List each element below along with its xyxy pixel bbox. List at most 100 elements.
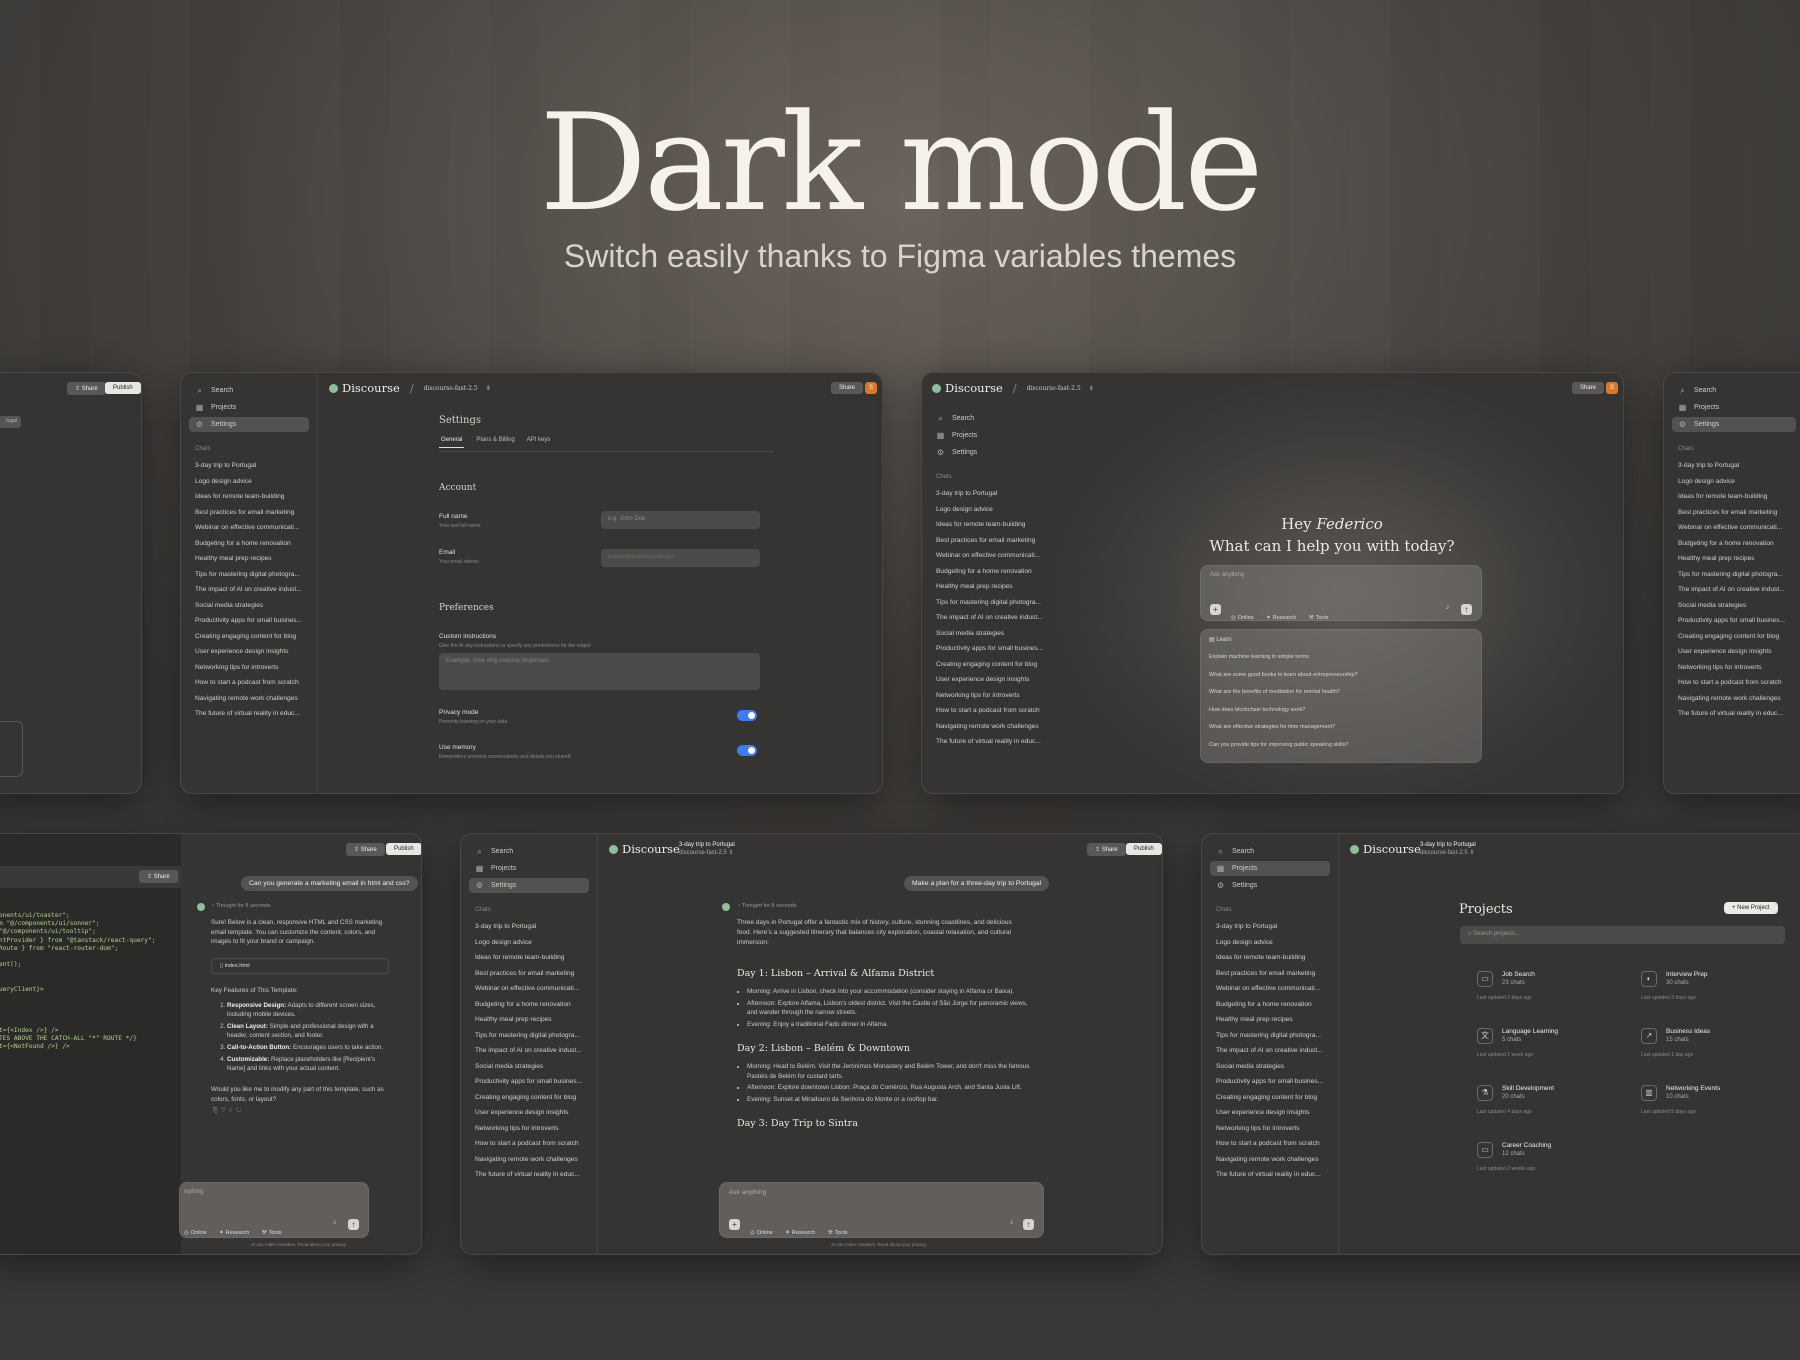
chat-item[interactable]: Logo design advice [1210, 935, 1330, 951]
sidebar-item-search[interactable]: ⌕ Search [1672, 383, 1796, 398]
prompt-box[interactable]: nything ◎ Online ✦ Research ⚒ Tools ♪ ↑ [179, 1182, 369, 1238]
chat-item[interactable]: Tips for mastering digital photogra... [469, 1028, 589, 1044]
sidebar-item-projects[interactable]: ▦ Projects [930, 428, 1051, 443]
chat-item[interactable]: Best practices for email marketing [930, 533, 1051, 549]
chat-item[interactable]: Healthy meal prep recipes [930, 579, 1051, 595]
chat-item[interactable]: Networking tips for introverts [1672, 660, 1796, 676]
chat-item[interactable]: Tips for mastering digital photogra... [1672, 567, 1796, 583]
chat-item[interactable]: The impact of AI on creative indust... [189, 582, 309, 598]
chat-item[interactable]: Networking tips for introverts [469, 1121, 589, 1137]
add-button[interactable]: + [1210, 604, 1221, 615]
sidebar-item-settings[interactable]: ⚙ Settings [1210, 878, 1330, 893]
chat-item[interactable]: The future of virtual reality in educ... [1672, 706, 1796, 722]
chat-item[interactable]: User experience design insights [189, 644, 309, 660]
chat-item[interactable]: Best practices for email marketing [189, 505, 309, 521]
sidebar-item-search[interactable]: ⌕ Search [930, 411, 1051, 426]
chat-item[interactable]: Webinar on effective communicati... [1672, 520, 1796, 536]
share-button[interactable]: ⇪ Share [139, 870, 178, 883]
chat-item[interactable]: The future of virtual reality in educ... [189, 706, 309, 722]
chat-item[interactable]: Creating engaging content for blog [930, 657, 1051, 673]
chat-item[interactable]: Productivity apps for small busines... [1672, 613, 1796, 629]
suggestion-item[interactable]: What are some good books to learn about … [1201, 667, 1481, 685]
sidebar-item-settings[interactable]: ⚙ Settings [1672, 417, 1796, 432]
chat-item[interactable]: Tips for mastering digital photogra... [930, 595, 1051, 611]
publish-button[interactable]: Publish [105, 382, 141, 394]
chat-item[interactable]: Best practices for email marketing [1210, 966, 1330, 982]
chat-item[interactable]: Productivity apps for small busines... [469, 1074, 589, 1090]
chat-item[interactable]: Webinar on effective communicati... [1210, 981, 1330, 997]
thought-label[interactable]: ◔ Thought for 8 seconds [737, 903, 797, 909]
chat-item[interactable]: Social media strategies [1210, 1059, 1330, 1075]
chat-item[interactable]: Networking tips for introverts [930, 688, 1051, 704]
suggestion-item[interactable]: What are effective strategies for time m… [1201, 719, 1481, 737]
chat-item[interactable]: Budgeting for a home renovation [189, 536, 309, 552]
prompt-box[interactable]: Ask anything + ◎ Online ✦ Research ⚒ Too… [1200, 565, 1482, 621]
mic-icon[interactable]: ♪ [1446, 604, 1450, 611]
chat-item[interactable]: Navigating remote work challenges [469, 1152, 589, 1168]
chat-item[interactable]: Productivity apps for small busines... [189, 613, 309, 629]
dislike-icon[interactable]: ♢ [228, 1108, 236, 1114]
chat-item[interactable]: Best practices for email marketing [469, 966, 589, 982]
copy-icon[interactable]: ⎘ [213, 1108, 221, 1114]
chat-item[interactable]: Navigating remote work challenges [1672, 691, 1796, 707]
research-button[interactable]: ✦ Research [219, 1230, 249, 1236]
sidebar-item-search[interactable]: ⌕ Search [1210, 844, 1330, 859]
prompt-box[interactable]: Ask anything + ◎ Online ✦ Research ⚒ Too… [719, 1182, 1044, 1238]
chat-item[interactable]: Budgeting for a home renovation [930, 564, 1051, 580]
online-button[interactable]: ◎ Online [750, 1230, 773, 1236]
chat-item[interactable]: Webinar on effective communicati... [930, 548, 1051, 564]
share-button[interactable]: ⇪ Share [1087, 843, 1126, 856]
model-selector[interactable]: discourse-fast-2.5 [424, 385, 478, 392]
chat-item[interactable]: Healthy meal prep recipes [1672, 551, 1796, 567]
project-name[interactable]: Networking Events [1666, 1085, 1720, 1092]
chat-item[interactable]: 3-day trip to Portugal [930, 486, 1051, 502]
sidebar-item-projects[interactable]: ▦ Projects [469, 861, 589, 876]
chat-item[interactable]: The impact of AI on creative indust... [1210, 1043, 1330, 1059]
online-button[interactable]: ◎ Online [184, 1230, 207, 1236]
chat-item[interactable]: The impact of AI on creative indust... [1672, 582, 1796, 598]
sidebar-item-settings[interactable]: ⚙ Settings [189, 417, 309, 432]
thought-label[interactable]: ◔ Thought for 8 seconds [211, 903, 271, 909]
chat-item[interactable]: Creating engaging content for blog [469, 1090, 589, 1106]
tools-button[interactable]: ⚒ Tools [1309, 615, 1329, 621]
sidebar-item-projects[interactable]: ▦ Projects [189, 400, 309, 415]
chat-item[interactable]: Productivity apps for small busines... [930, 641, 1051, 657]
chat-item[interactable]: Webinar on effective communicati... [189, 520, 309, 536]
avatar[interactable]: S [1606, 382, 1618, 394]
chat-item[interactable]: Healthy meal prep recipes [1210, 1012, 1330, 1028]
chat-item[interactable]: Ideas for remote team-building [469, 950, 589, 966]
chat-item[interactable]: The future of virtual reality in educ... [1210, 1167, 1330, 1183]
avatar[interactable]: S [865, 382, 877, 394]
share-button[interactable]: ⇪ Share [346, 843, 385, 856]
sidebar-item-search[interactable]: ⌕ Search [469, 844, 589, 859]
online-button[interactable]: ◎ Online [1231, 615, 1254, 621]
project-name[interactable]: Skill Development [1502, 1085, 1554, 1092]
model-selector[interactable]: discourse-fast-2.5 ⇕ [679, 849, 735, 857]
chat-item[interactable]: Social media strategies [1672, 598, 1796, 614]
tools-button[interactable]: ⚒ Tools [828, 1230, 848, 1236]
chat-item[interactable]: Networking tips for introverts [189, 660, 309, 676]
project-name[interactable]: Language Learning [1502, 1028, 1558, 1035]
research-button[interactable]: ✦ Research [1266, 615, 1296, 621]
prompt-input[interactable]: Ask anything [1210, 572, 1244, 578]
chat-item[interactable]: Logo design advice [189, 474, 309, 490]
chat-item[interactable]: Creating engaging content for blog [189, 629, 309, 645]
brand-logo[interactable]: Discourse [1350, 842, 1421, 856]
chat-item[interactable]: Social media strategies [469, 1059, 589, 1075]
suggestion-item[interactable]: What are the benefits of meditation for … [1201, 684, 1481, 702]
chat-item[interactable]: Budgeting for a home renovation [469, 997, 589, 1013]
chat-item[interactable]: How to start a podcast from scratch [1210, 1136, 1330, 1152]
chat-item[interactable]: Healthy meal prep recipes [469, 1012, 589, 1028]
brand-logo[interactable]: Discourse / discourse-fast-2.5 ⇕ [932, 381, 1094, 395]
chat-item[interactable]: How to start a podcast from scratch [1672, 675, 1796, 691]
mic-icon[interactable]: ♪ [1010, 1219, 1014, 1226]
chat-item[interactable]: Webinar on effective communicati... [469, 981, 589, 997]
sidebar-item-settings[interactable]: ⚙ Settings [930, 445, 1051, 460]
chat-item[interactable]: 3-day trip to Portugal [469, 919, 589, 935]
chat-item[interactable]: The impact of AI on creative indust... [930, 610, 1051, 626]
chat-item[interactable]: User experience design insights [1210, 1105, 1330, 1121]
chat-item[interactable]: User experience design insights [1672, 644, 1796, 660]
publish-button[interactable]: Publish [386, 843, 421, 855]
privacy-toggle[interactable] [737, 710, 757, 721]
search-projects-input[interactable]: ⌕ Search projects... [1460, 926, 1785, 944]
